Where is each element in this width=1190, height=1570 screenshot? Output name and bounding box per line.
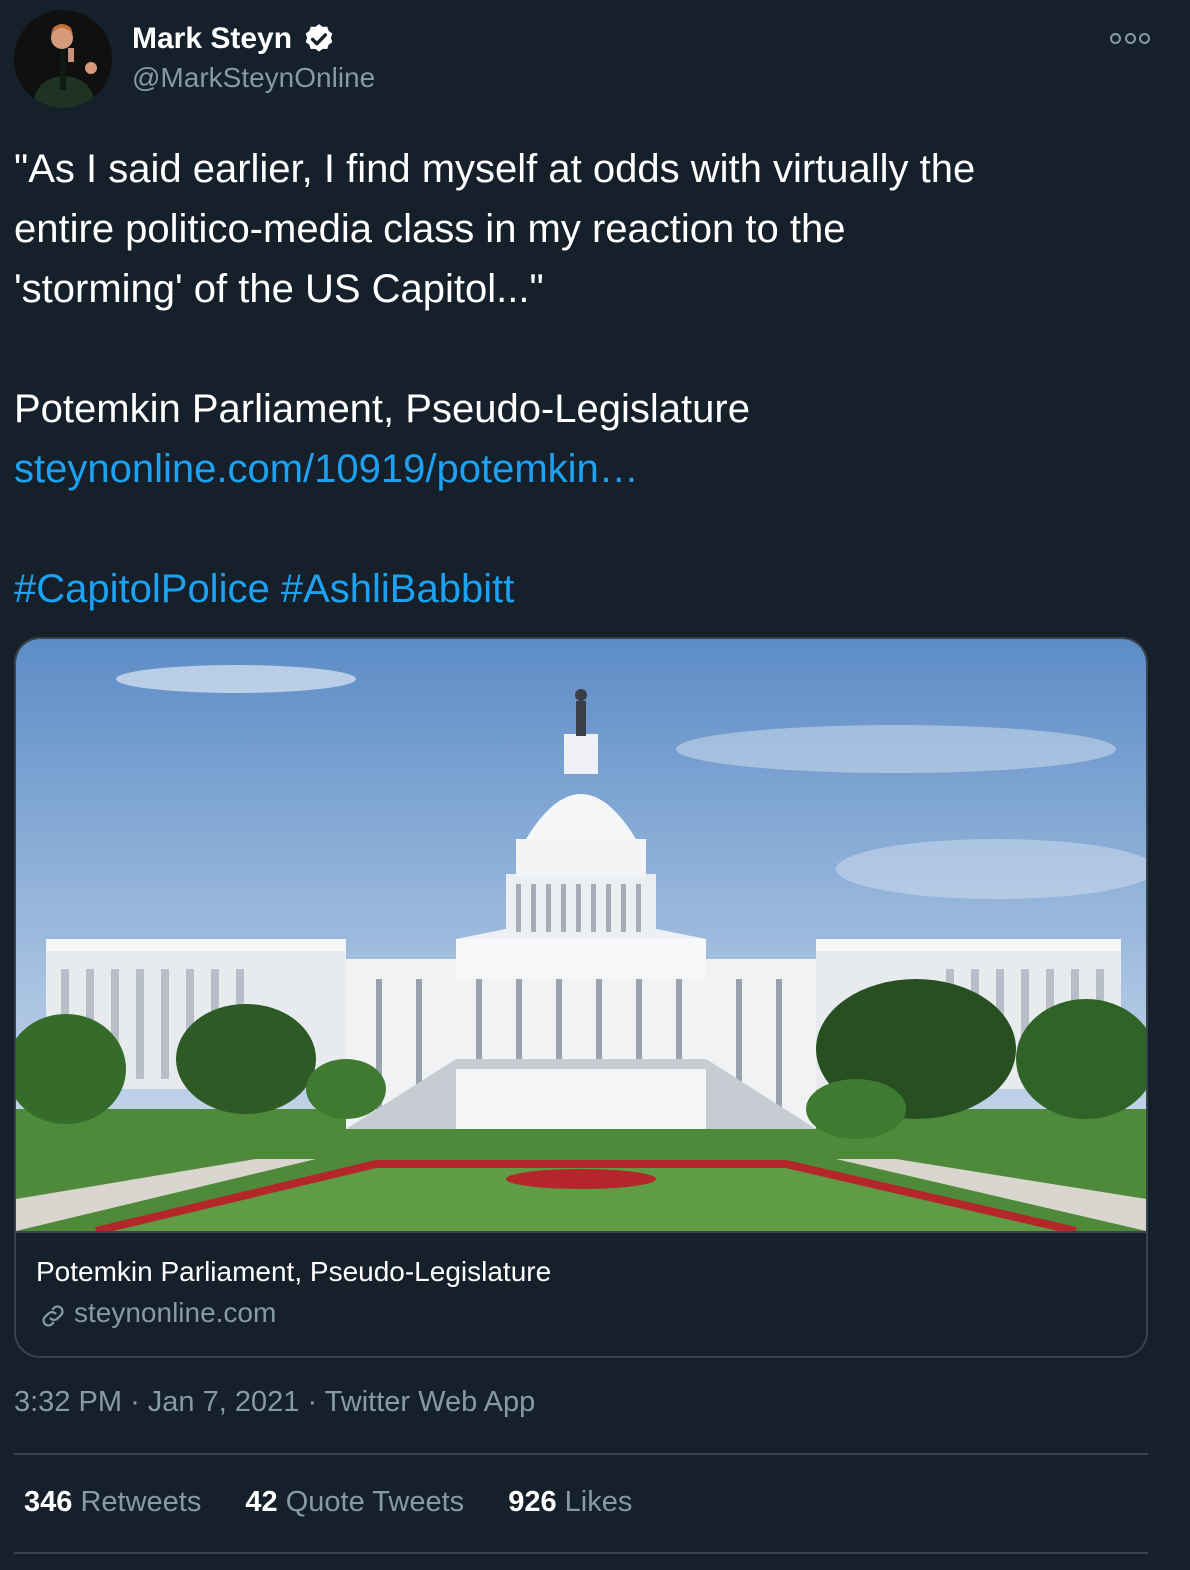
retweets-label: Retweets: [80, 1486, 202, 1518]
hashtag-capitol-police[interactable]: #CapitolPolice: [14, 567, 270, 611]
likes-label: Likes: [564, 1486, 633, 1518]
verified-badge-icon: [305, 24, 333, 52]
meta-separator: ·: [307, 1386, 318, 1418]
tweet-link[interactable]: steynonline.com/10919/potemkin…: [14, 445, 639, 493]
meta-separator: ·: [130, 1386, 140, 1418]
card-divider: [16, 1231, 1146, 1233]
link-preview-card[interactable]: Potemkin Parliament, Pseudo-Legislature …: [14, 637, 1148, 1358]
retweets-stat[interactable]: 346 Retweets: [24, 1486, 201, 1518]
likes-count: 926: [508, 1486, 557, 1518]
tweet-metadata: 3:32 PM · Jan 7, 2021 · Twitter Web App: [14, 1386, 535, 1419]
author-handle[interactable]: @MarkSteynOnline: [132, 62, 375, 94]
tweet-text-line: Potemkin Parliament, Pseudo-Legislature: [14, 387, 750, 431]
quote-tweets-label: Quote Tweets: [285, 1486, 465, 1518]
divider: [14, 1552, 1148, 1554]
author-name[interactable]: Mark Steyn: [132, 22, 292, 56]
author-avatar[interactable]: [14, 10, 112, 108]
tweet-time[interactable]: 3:32 PM: [14, 1386, 122, 1418]
tweet-source[interactable]: Twitter Web App: [325, 1386, 536, 1418]
tweet-text-line: "As I said earlier, I find myself at odd…: [14, 147, 976, 191]
hashtag-row: #CapitolPolice #AshliBabbitt: [14, 565, 514, 613]
avatar-photo: [14, 10, 112, 108]
tweet-date[interactable]: Jan 7, 2021: [148, 1386, 300, 1418]
tweet-text-line: 'storming' of the US Capitol...": [14, 267, 544, 311]
more-options-icon[interactable]: [1110, 26, 1150, 50]
quote-tweets-count: 42: [245, 1486, 278, 1518]
hashtag-ashli-babbitt[interactable]: #AshliBabbitt: [281, 567, 514, 611]
tweet-text-line: entire politico-media class in my reacti…: [14, 207, 846, 251]
card-title: Potemkin Parliament, Pseudo-Legislature: [36, 1256, 552, 1287]
divider: [14, 1453, 1148, 1455]
engagement-stats: 346 Retweets 42 Quote Tweets 926 Likes: [24, 1486, 668, 1519]
likes-stat[interactable]: 926 Likes: [508, 1486, 632, 1518]
retweets-count: 346: [24, 1486, 73, 1518]
link-icon: [42, 1305, 64, 1327]
card-domain: steynonline.com: [74, 1297, 277, 1328]
quote-tweets-stat[interactable]: 42 Quote Tweets: [245, 1486, 464, 1518]
card-image: [16, 639, 1146, 1231]
